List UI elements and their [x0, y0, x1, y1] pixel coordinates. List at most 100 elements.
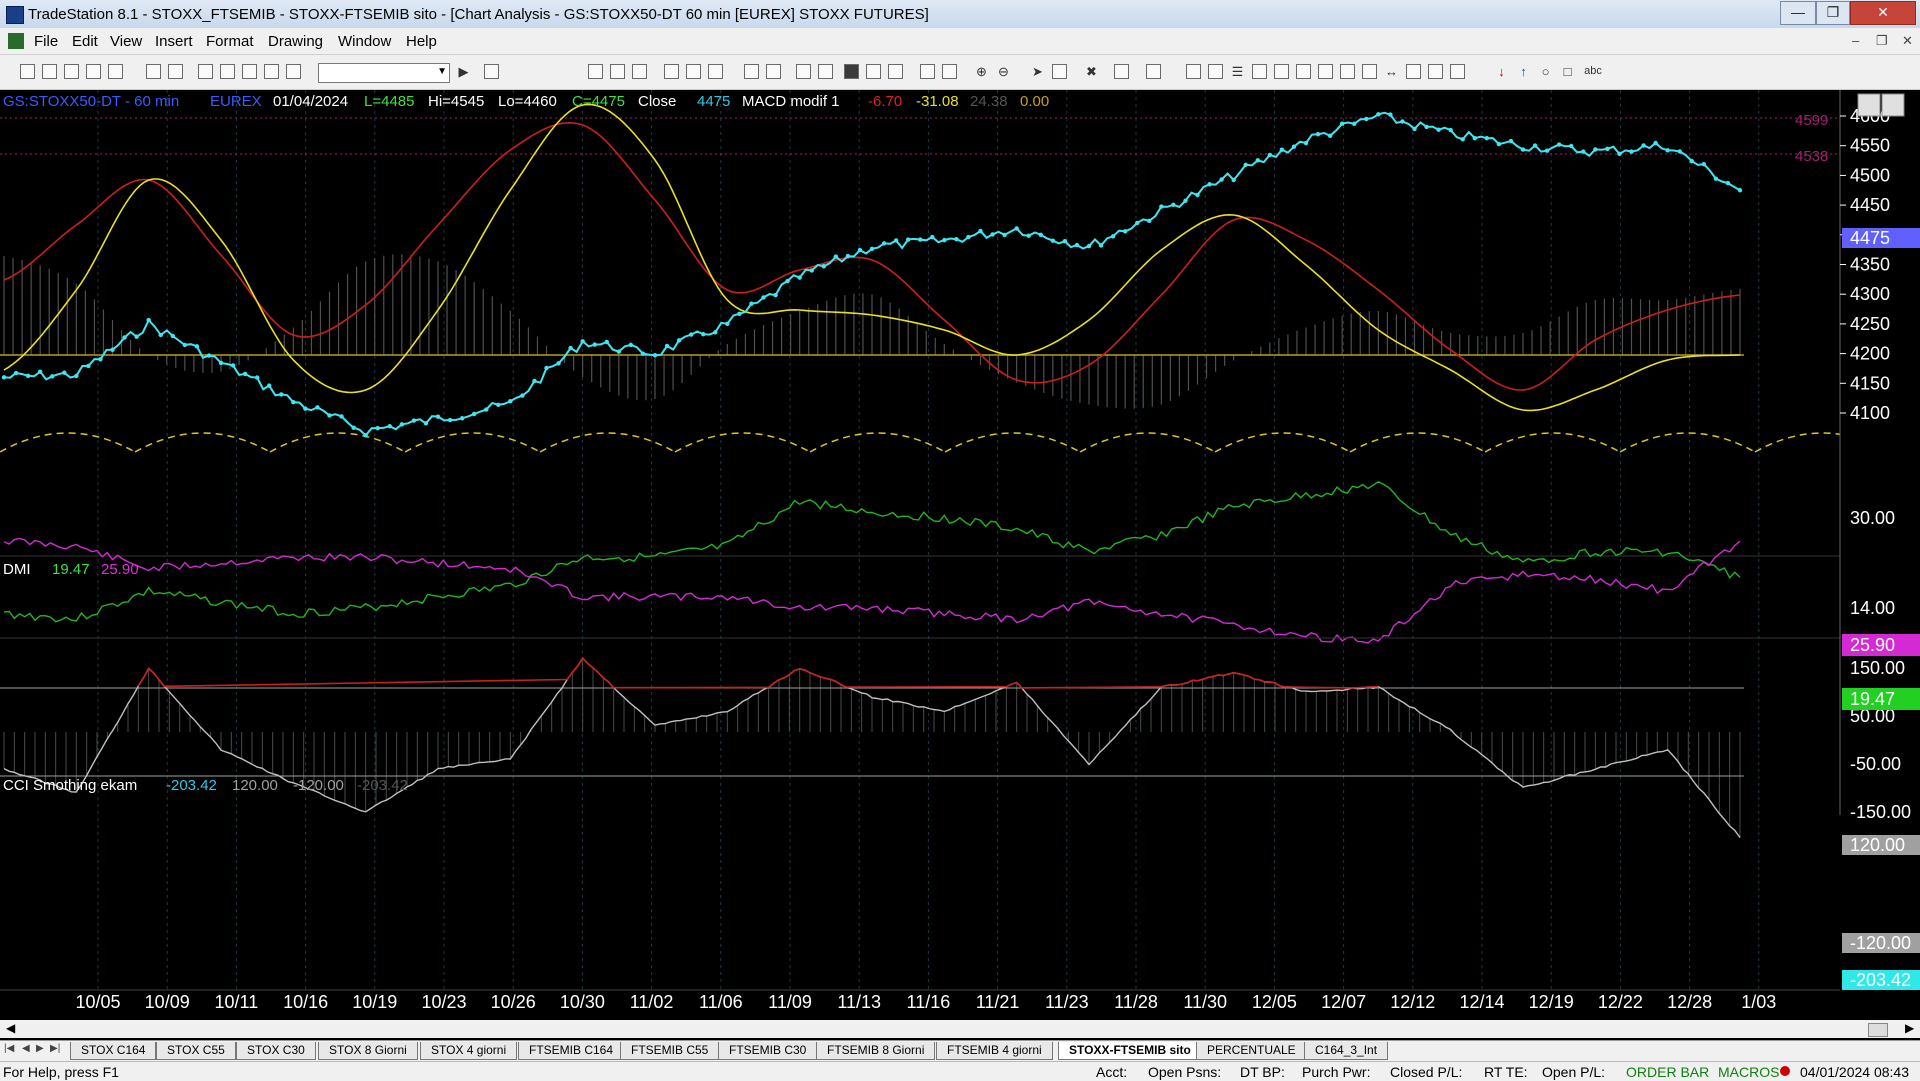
tab-percentuale[interactable]: PERCENTUALE	[1196, 1042, 1307, 1060]
tab-first-icon[interactable]: |◀	[4, 1043, 14, 1054]
price-tick-label: 4450	[1850, 195, 1890, 215]
tab-stox-4-giorni[interactable]: STOX 4 giorni	[420, 1042, 518, 1060]
mdi-restore-button[interactable]: ❐	[1876, 33, 1888, 49]
new-workspace-icon[interactable]	[86, 64, 101, 79]
horizontal-scrollbar[interactable]: ◀ ▶	[0, 1020, 1920, 1038]
scroll-right-icon[interactable]	[942, 64, 957, 79]
gann-fan-icon[interactable]	[1296, 64, 1311, 79]
tools-icon[interactable]: ✖	[1084, 64, 1099, 79]
maximize-button[interactable]: ❐	[1816, 1, 1850, 25]
close-button[interactable]: ✕	[1850, 1, 1916, 25]
chart-header: GS:STOXX50-DT - 60 min EUREX 01/04/2024 …	[3, 93, 1049, 110]
text-tool-icon[interactable]: abc	[1582, 64, 1604, 79]
tab-stox-c55[interactable]: STOX C55	[156, 1042, 236, 1060]
minimize-button[interactable]: —	[1780, 1, 1816, 25]
mdi-close-button[interactable]: ✕	[1902, 33, 1913, 49]
table-icon[interactable]	[632, 64, 647, 79]
tab-ftsemib-c164[interactable]: FTSEMIB C164	[518, 1042, 625, 1060]
indicator-icon[interactable]	[686, 64, 701, 79]
fib-arcs-icon[interactable]	[1406, 64, 1421, 79]
new-icon[interactable]	[20, 64, 35, 79]
arrow-down-icon[interactable]: ↓	[1494, 64, 1509, 79]
menu-file[interactable]: File	[34, 33, 58, 50]
crosshair-icon[interactable]	[1052, 64, 1067, 79]
refresh-icon[interactable]	[708, 64, 723, 79]
tab-stoxx-ftsemib-sito[interactable]: STOXX-FTSEMIB sito	[1058, 1042, 1202, 1060]
price-bar	[978, 228, 983, 234]
parallel-lines-icon[interactable]	[1428, 64, 1443, 79]
menu-view[interactable]: View	[110, 33, 142, 50]
open-icon[interactable]	[42, 64, 57, 79]
chart-restore-button[interactable]	[1881, 93, 1905, 117]
tab-prev-icon[interactable]: ◀	[22, 1043, 30, 1054]
chart-minimize-button[interactable]	[1857, 93, 1881, 117]
lock-icon[interactable]	[242, 64, 257, 79]
menu-edit[interactable]: Edit	[72, 33, 98, 50]
symbol-combo[interactable]: ▼	[318, 63, 450, 83]
price-bar	[471, 411, 477, 417]
status-macros[interactable]: MACROS	[1718, 1064, 1779, 1080]
chart-format-icon[interactable]	[588, 64, 603, 79]
pointer-icon[interactable]: ➤	[1030, 64, 1045, 79]
andrews-pitchfork-icon[interactable]	[1362, 64, 1377, 79]
menu-insert[interactable]: Insert	[155, 33, 193, 50]
print-preview-icon[interactable]	[146, 64, 161, 79]
data-window-icon[interactable]	[610, 64, 625, 79]
tab-ftsemib-4-giorni[interactable]: FTSEMIB 4 giorni	[936, 1042, 1053, 1060]
bar-chart-icon[interactable]	[844, 64, 859, 79]
price-bar	[725, 321, 730, 327]
zoom-in-icon[interactable]: ⊕	[974, 64, 989, 79]
pencil-icon[interactable]	[1450, 64, 1465, 79]
tab-next-icon[interactable]: ▶	[36, 1043, 44, 1054]
status-order-bar[interactable]: ORDER BAR	[1626, 1064, 1709, 1080]
tab-last-icon[interactable]: ▶|	[50, 1043, 60, 1054]
strategy-icon[interactable]	[664, 64, 679, 79]
tab-c164-3-int[interactable]: C164_3_Int	[1304, 1042, 1389, 1060]
tab-stox-8-giorni[interactable]: STOX 8 Giorni	[318, 1042, 418, 1060]
tab-ftsemib-8-giorni[interactable]: FTSEMIB 8 Giorni	[816, 1042, 936, 1060]
matrix-icon[interactable]	[796, 64, 811, 79]
ellipse-icon[interactable]: ○	[1538, 64, 1553, 79]
horizontal-line-icon[interactable]: ☰	[1230, 64, 1245, 79]
tab-stox-c30[interactable]: STOX C30	[236, 1042, 316, 1060]
save-icon[interactable]	[108, 64, 123, 79]
arrow-up-icon[interactable]: ↑	[1516, 64, 1531, 79]
menu-drawing[interactable]: Drawing	[268, 33, 323, 50]
time-zones-icon[interactable]	[1340, 64, 1355, 79]
find-icon[interactable]	[484, 64, 499, 79]
channel-icon[interactable]	[1252, 64, 1267, 79]
tab-ftsemib-c55[interactable]: FTSEMIB C55	[620, 1042, 720, 1060]
trendline-icon[interactable]	[1186, 64, 1201, 79]
radar-screen-icon[interactable]	[766, 64, 781, 79]
scroll-left-icon[interactable]	[920, 64, 935, 79]
tab-ftsemib-c30[interactable]: FTSEMIB C30	[718, 1042, 818, 1060]
open-workspace-icon[interactable]	[64, 64, 79, 79]
menu-window[interactable]: Window	[338, 33, 391, 50]
vertical-lines-icon[interactable]	[1208, 64, 1223, 79]
rectangle-icon[interactable]: □	[1560, 64, 1575, 79]
speed-line-icon[interactable]	[1318, 64, 1333, 79]
chart-analysis-icon[interactable]	[744, 64, 759, 79]
arrow-right-icon[interactable]: ▶	[456, 64, 471, 79]
wrench-icon[interactable]	[264, 64, 279, 79]
order-entry-icon[interactable]	[1114, 64, 1129, 79]
zoom-out-icon[interactable]: ⊖	[996, 64, 1011, 79]
cut-icon[interactable]	[198, 64, 213, 79]
menu-format[interactable]: Format	[206, 33, 254, 50]
print-icon[interactable]	[168, 64, 183, 79]
scroll-right-arrow-icon[interactable]: ▶	[1905, 1021, 1914, 1035]
candle-chart-icon[interactable]	[866, 64, 881, 79]
options-icon[interactable]	[818, 64, 833, 79]
menu-help[interactable]: Help	[406, 33, 437, 50]
globe-icon[interactable]	[286, 64, 301, 79]
line-chart-icon[interactable]	[888, 64, 903, 79]
fibonacci-icon[interactable]	[1274, 64, 1289, 79]
macro-icon[interactable]	[1146, 64, 1161, 79]
double-arrow-icon[interactable]: ↔	[1384, 64, 1399, 79]
mdi-minimize-button[interactable]: –	[1852, 33, 1859, 48]
chart-area[interactable]: 4600455045004450440043504300425042004150…	[0, 90, 1920, 1012]
tab-stox-c164[interactable]: STOX C164	[70, 1042, 157, 1060]
copy-icon[interactable]	[220, 64, 235, 79]
scroll-thumb[interactable]	[1868, 1023, 1888, 1037]
scroll-left-arrow-icon[interactable]: ◀	[6, 1021, 15, 1035]
